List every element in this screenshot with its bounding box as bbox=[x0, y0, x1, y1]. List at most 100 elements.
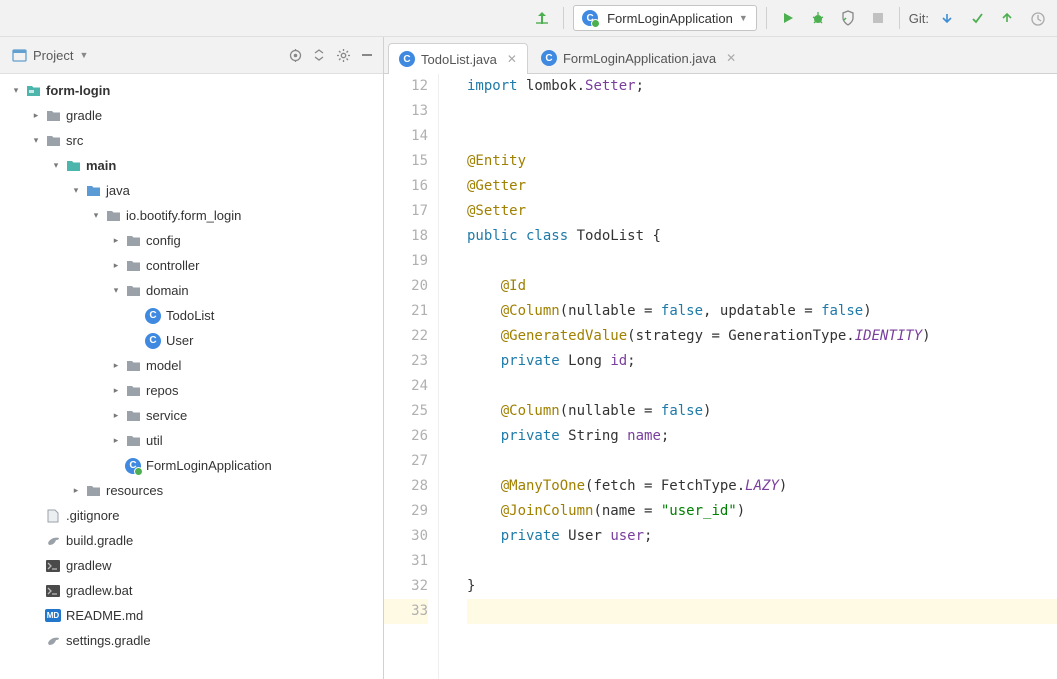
tree-item[interactable]: ▸util bbox=[0, 428, 383, 453]
gutter-line: 30 bbox=[384, 524, 428, 549]
code-line[interactable] bbox=[467, 549, 1057, 574]
tool-window-title[interactable]: Project ▼ bbox=[4, 46, 96, 65]
tree-label: gradlew bbox=[66, 558, 112, 573]
gutter-line: 26 bbox=[384, 424, 428, 449]
code-line[interactable] bbox=[467, 599, 1057, 624]
expand-arrow-icon[interactable]: ▸ bbox=[108, 435, 124, 446]
code-line[interactable]: public class TodoList { bbox=[467, 224, 1057, 249]
expand-arrow-icon[interactable]: ▾ bbox=[68, 185, 84, 196]
gutter-line: 21 bbox=[384, 299, 428, 324]
gutter-line: 27 bbox=[384, 449, 428, 474]
code-line[interactable]: @Id bbox=[467, 274, 1057, 299]
tab-label: TodoList.java bbox=[421, 52, 497, 67]
tree-item[interactable]: ▸repos bbox=[0, 378, 383, 403]
tree-label: service bbox=[146, 408, 187, 423]
close-icon[interactable]: ✕ bbox=[507, 52, 517, 66]
code-area[interactable]: 1213141516171819202122232425262728293031… bbox=[384, 74, 1057, 679]
run-config-selector[interactable]: C FormLoginApplication ▼ bbox=[573, 5, 757, 31]
tree-item[interactable]: gradlew.bat bbox=[0, 578, 383, 603]
git-commit-icon[interactable] bbox=[965, 6, 989, 30]
expand-arrow-icon[interactable]: ▾ bbox=[108, 285, 124, 296]
code-content[interactable]: import lombok.Setter; @Entity@Getter@Set… bbox=[439, 74, 1057, 679]
tree-item[interactable]: gradlew bbox=[0, 553, 383, 578]
code-line[interactable]: @GeneratedValue(strategy = GenerationTyp… bbox=[467, 324, 1057, 349]
gutter-line: 12 bbox=[384, 74, 428, 99]
editor-tab[interactable]: CTodoList.java✕ bbox=[388, 43, 528, 74]
run-icon[interactable] bbox=[776, 6, 800, 30]
code-line[interactable]: @Column(nullable = false, updatable = fa… bbox=[467, 299, 1057, 324]
stop-icon[interactable] bbox=[866, 6, 890, 30]
expand-arrow-icon[interactable]: ▸ bbox=[108, 385, 124, 396]
tree-item[interactable]: settings.gradle bbox=[0, 628, 383, 653]
history-icon[interactable] bbox=[1025, 6, 1049, 30]
tree-item[interactable]: ▾ java bbox=[0, 178, 383, 203]
coverage-icon[interactable] bbox=[836, 6, 860, 30]
code-line[interactable]: @Entity bbox=[467, 149, 1057, 174]
expand-arrow-icon[interactable]: ▸ bbox=[108, 410, 124, 421]
tree-item[interactable]: ▾ io.bootify.form_login bbox=[0, 203, 383, 228]
code-line[interactable] bbox=[467, 449, 1057, 474]
expand-arrow-icon[interactable]: ▸ bbox=[68, 485, 84, 496]
expand-arrow-icon[interactable]: ▸ bbox=[108, 260, 124, 271]
select-opened-file-icon[interactable] bbox=[283, 43, 307, 67]
code-line[interactable]: private Long id; bbox=[467, 349, 1057, 374]
code-line[interactable]: import lombok.Setter; bbox=[467, 74, 1057, 99]
tree-item[interactable]: ▸controller bbox=[0, 253, 383, 278]
code-line[interactable]: private String name; bbox=[467, 424, 1057, 449]
expand-arrow-icon[interactable]: ▸ bbox=[108, 360, 124, 371]
tree-label: form-login bbox=[46, 83, 110, 98]
gutter-line: 29 bbox=[384, 499, 428, 524]
git-pull-icon[interactable] bbox=[935, 6, 959, 30]
project-tree[interactable]: ▾form-login▸gradle▾src▾main▾java▾io.boot… bbox=[0, 74, 383, 679]
tree-label: config bbox=[146, 233, 181, 248]
code-line[interactable]: @Getter bbox=[467, 174, 1057, 199]
tree-item[interactable]: ▾domain bbox=[0, 278, 383, 303]
tree-icon bbox=[24, 84, 42, 97]
separator bbox=[899, 7, 900, 29]
tree-item[interactable]: CUser bbox=[0, 328, 383, 353]
tree-item[interactable]: MDREADME.md bbox=[0, 603, 383, 628]
code-line[interactable] bbox=[467, 249, 1057, 274]
tree-label: io.bootify.form_login bbox=[126, 208, 241, 223]
tree-item[interactable]: CFormLoginApplication bbox=[0, 453, 383, 478]
tree-label: main bbox=[86, 158, 116, 173]
hide-icon[interactable] bbox=[355, 43, 379, 67]
expand-arrow-icon[interactable]: ▾ bbox=[8, 85, 24, 96]
tree-label: java bbox=[106, 183, 130, 198]
git-push-icon[interactable] bbox=[995, 6, 1019, 30]
code-line[interactable] bbox=[467, 374, 1057, 399]
code-line[interactable] bbox=[467, 124, 1057, 149]
code-line[interactable]: @Column(nullable = false) bbox=[467, 399, 1057, 424]
tree-item[interactable]: CTodoList bbox=[0, 303, 383, 328]
code-line[interactable]: private User user; bbox=[467, 524, 1057, 549]
code-line[interactable]: } bbox=[467, 574, 1057, 599]
build-icon[interactable] bbox=[530, 6, 554, 30]
tree-item[interactable]: ▸model bbox=[0, 353, 383, 378]
expand-arrow-icon[interactable]: ▾ bbox=[48, 160, 64, 171]
code-line[interactable] bbox=[467, 99, 1057, 124]
tree-item[interactable]: ▾ main bbox=[0, 153, 383, 178]
tree-item[interactable]: ▸ config bbox=[0, 228, 383, 253]
tree-item[interactable]: ▸ resources bbox=[0, 478, 383, 503]
tree-item[interactable]: .gitignore bbox=[0, 503, 383, 528]
debug-icon[interactable] bbox=[806, 6, 830, 30]
editor-tab[interactable]: CFormLoginApplication.java✕ bbox=[530, 42, 747, 73]
tree-item[interactable]: ▾ form-login bbox=[0, 78, 383, 103]
expand-arrow-icon[interactable]: ▾ bbox=[88, 210, 104, 221]
close-icon[interactable]: ✕ bbox=[726, 51, 736, 65]
tree-icon bbox=[124, 359, 142, 372]
tree-item[interactable]: build.gradle bbox=[0, 528, 383, 553]
tree-item[interactable]: ▸ service bbox=[0, 403, 383, 428]
expand-all-icon[interactable] bbox=[307, 43, 331, 67]
expand-arrow-icon[interactable]: ▸ bbox=[28, 110, 44, 121]
gutter-line: 31 bbox=[384, 549, 428, 574]
code-line[interactable]: @JoinColumn(name = "user_id") bbox=[467, 499, 1057, 524]
tree-item[interactable]: ▾src bbox=[0, 128, 383, 153]
tree-item[interactable]: ▸gradle bbox=[0, 103, 383, 128]
code-line[interactable]: @ManyToOne(fetch = FetchType.LAZY) bbox=[467, 474, 1057, 499]
gear-icon[interactable] bbox=[331, 43, 355, 67]
expand-arrow-icon[interactable]: ▾ bbox=[28, 135, 44, 146]
expand-arrow-icon[interactable]: ▸ bbox=[108, 235, 124, 246]
code-line[interactable]: @Setter bbox=[467, 199, 1057, 224]
tree-label: resources bbox=[106, 483, 163, 498]
